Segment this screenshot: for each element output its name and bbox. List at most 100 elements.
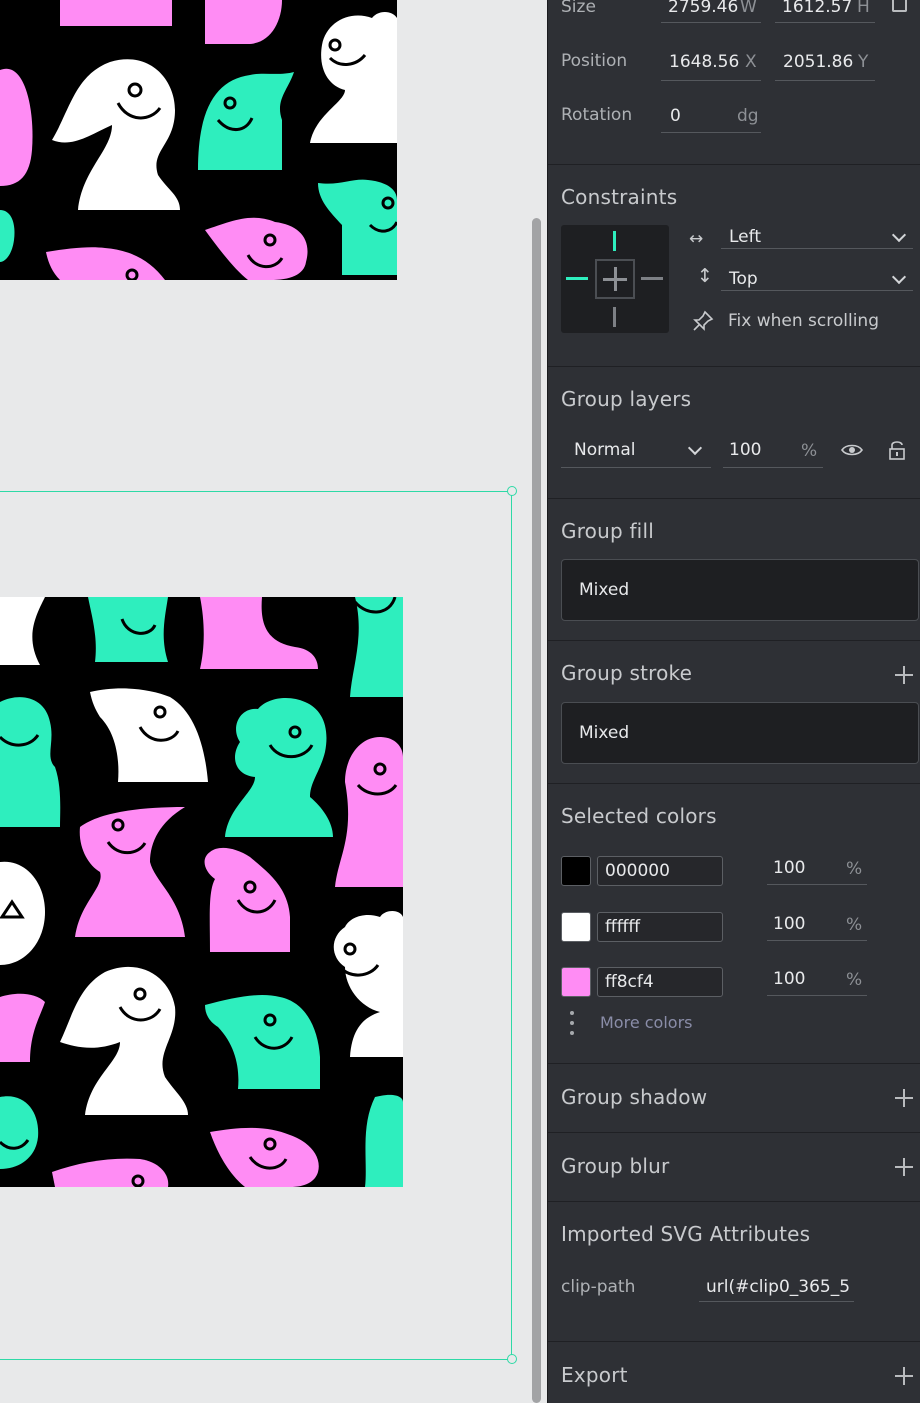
color-opacity-input[interactable]: 100 <box>773 969 805 989</box>
rotation-label: Rotation <box>561 105 633 125</box>
svg-attribute-name: clip-path <box>561 1277 636 1297</box>
blend-mode-select[interactable]: Normal <box>574 440 636 460</box>
color-hex-value: ff8cf4 <box>605 972 654 992</box>
chevron-down-icon <box>891 227 907 243</box>
lock-icon[interactable] <box>888 440 906 460</box>
group-fill-value: Mixed <box>579 580 630 600</box>
layer-opacity-input[interactable]: 100 <box>729 440 761 460</box>
rotation-unit: dg <box>737 106 759 126</box>
color-swatch-black[interactable] <box>561 856 591 886</box>
position-x-underline <box>661 80 761 81</box>
design-properties-panel: Size 2759.46 W 1612.57 H Position 1648.5… <box>547 0 920 1403</box>
group-layers-section: Group layers Normal 100 % <box>548 367 920 499</box>
export-section: Export <box>548 1342 920 1403</box>
group-shadow-title: Group shadow <box>561 1085 708 1109</box>
group-layers-title: Group layers <box>561 387 692 411</box>
constraints-widget[interactable] <box>561 225 669 333</box>
horizontal-select-underline <box>721 248 913 249</box>
svg-attribute-value: url(#clip0_365_5 <box>706 1277 851 1297</box>
add-export-button[interactable] <box>895 1367 913 1385</box>
position-x-input[interactable]: 1648.56 <box>669 52 739 72</box>
color-opacity-input[interactable]: 100 <box>773 858 805 878</box>
color-swatch-pink[interactable] <box>561 967 591 997</box>
vertical-select-underline <box>721 290 913 291</box>
position-x-unit: X <box>745 52 757 72</box>
width-unit: W <box>740 0 757 17</box>
color-hex-value: 000000 <box>605 861 670 881</box>
fix-when-scrolling-toggle[interactable]: Fix when scrolling <box>728 311 879 331</box>
group-fill-section: Group fill Mixed <box>548 499 920 641</box>
constraints-section: Constraints ↔ Left ↕ Top Fix when scroll… <box>548 165 920 367</box>
layer-opacity-unit: % <box>801 441 818 461</box>
rotation-underline <box>661 132 761 133</box>
rotation-input[interactable]: 0 <box>670 106 681 126</box>
group-stroke-field[interactable]: Mixed <box>561 702 919 764</box>
color-hex-value: ffffff <box>605 917 641 937</box>
color-opacity-unit: % <box>846 970 863 990</box>
artboard-selected[interactable] <box>0 597 403 1187</box>
constraints-title: Constraints <box>561 185 678 209</box>
color-opacity-underline <box>767 884 867 885</box>
group-shadow-section: Group shadow <box>548 1064 920 1133</box>
blend-mode-underline <box>561 467 711 468</box>
constraint-right-handle[interactable] <box>641 277 663 280</box>
color-hex-input[interactable]: 000000 <box>597 856 723 886</box>
color-opacity-underline <box>767 995 867 996</box>
vertical-arrows-icon: ↕ <box>697 265 713 287</box>
group-fill-title: Group fill <box>561 519 654 543</box>
constraint-left-handle[interactable] <box>566 277 588 280</box>
add-stroke-button[interactable] <box>895 666 913 684</box>
chevron-down-icon <box>687 440 703 456</box>
height-input[interactable]: 1612.57 <box>782 0 852 17</box>
position-y-unit: Y <box>858 52 869 72</box>
height-unit: H <box>857 0 870 17</box>
group-fill-field[interactable]: Mixed <box>561 559 919 621</box>
pin-icon[interactable] <box>691 309 715 333</box>
width-input[interactable]: 2759.46 <box>668 0 738 17</box>
position-y-input[interactable]: 2051.86 <box>783 52 853 72</box>
design-canvas[interactable] <box>0 0 547 1403</box>
group-stroke-section: Group stroke Mixed <box>548 641 920 784</box>
color-opacity-unit: % <box>846 915 863 935</box>
color-hex-input[interactable]: ff8cf4 <box>597 967 723 997</box>
export-title: Export <box>561 1363 628 1387</box>
svg-attributes-title: Imported SVG Attributes <box>561 1222 811 1246</box>
color-opacity-input[interactable]: 100 <box>773 914 805 934</box>
constraint-top-handle[interactable] <box>613 231 616 251</box>
resize-handle-top-right[interactable] <box>507 486 517 496</box>
measures-section: Size 2759.46 W 1612.57 H Position 1648.5… <box>548 0 920 165</box>
proportion-lock-icon[interactable] <box>892 0 907 12</box>
selected-colors-title: Selected colors <box>561 804 717 828</box>
pattern-illustration-top <box>0 0 397 280</box>
horizontal-constraint-select[interactable]: Left <box>729 227 761 247</box>
width-underline <box>661 22 761 23</box>
resize-handle-bottom-right[interactable] <box>507 1354 517 1364</box>
group-stroke-value: Mixed <box>579 723 630 743</box>
height-underline <box>775 22 875 23</box>
artboard-top[interactable] <box>0 0 397 280</box>
color-opacity-underline <box>767 940 867 941</box>
more-colors-link[interactable]: More colors <box>600 1013 692 1032</box>
canvas-scrollbar-thumb[interactable] <box>532 218 541 1403</box>
layer-opacity-underline <box>723 467 823 468</box>
group-stroke-title: Group stroke <box>561 661 693 685</box>
group-blur-title: Group blur <box>561 1154 670 1178</box>
svg-attribute-value-input[interactable]: url(#clip0_365_5 <box>699 1272 854 1302</box>
more-colors-dots-icon[interactable] <box>570 1011 574 1035</box>
position-y-underline <box>775 80 875 81</box>
constraint-bottom-handle[interactable] <box>613 307 616 327</box>
horizontal-arrows-icon: ↔ <box>689 229 704 249</box>
group-blur-section: Group blur <box>548 1133 920 1202</box>
vertical-constraint-select[interactable]: Top <box>729 269 758 289</box>
chevron-down-icon <box>891 269 907 285</box>
selected-colors-section: Selected colors 000000 100 % ffffff 100 … <box>548 784 920 1064</box>
color-hex-input[interactable]: ffffff <box>597 912 723 942</box>
eye-icon[interactable] <box>841 442 863 458</box>
add-shadow-button[interactable] <box>895 1089 913 1107</box>
color-opacity-unit: % <box>846 859 863 879</box>
add-blur-button[interactable] <box>895 1158 913 1176</box>
position-label: Position <box>561 51 628 71</box>
color-swatch-white[interactable] <box>561 912 591 942</box>
constraint-center-box[interactable] <box>595 259 635 299</box>
pattern-illustration-selected <box>0 597 403 1187</box>
